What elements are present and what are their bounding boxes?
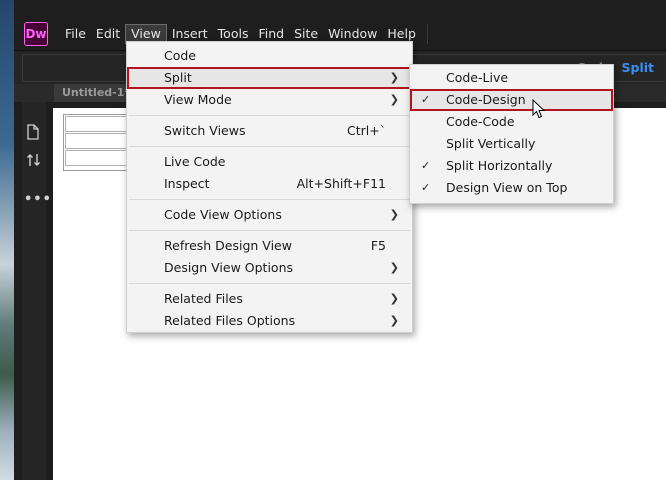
menu-item-label: Inspect xyxy=(164,176,210,191)
submenu-item-code-code[interactable]: Code-Code xyxy=(410,111,613,133)
submenu-item-split-vertically[interactable]: Split Vertically xyxy=(410,133,613,155)
menu-item-label: Refresh Design View xyxy=(164,238,292,253)
menu-item-switch-views[interactable]: Switch Views Ctrl+` xyxy=(127,120,412,142)
menu-separator xyxy=(129,115,410,116)
shortcut-label: F5 xyxy=(370,238,386,253)
split-view-button[interactable]: Split xyxy=(622,60,655,75)
menu-item-related-files-options[interactable]: Related Files Options ❯ xyxy=(127,310,412,332)
menu-item-label: Code-Code xyxy=(446,114,515,129)
submenu-item-design-view-on-top[interactable]: ✓ Design View on Top xyxy=(410,177,613,199)
chevron-right-icon: ❯ xyxy=(389,71,399,84)
dreamweaver-logo: Dw xyxy=(24,22,48,46)
checkmark-icon: ✓ xyxy=(421,159,431,172)
submenu-item-split-horizontally[interactable]: ✓ Split Horizontally xyxy=(410,155,613,177)
chevron-right-icon: ❯ xyxy=(389,208,399,221)
menu-item-inspect[interactable]: Inspect Alt+Shift+F11 xyxy=(127,173,412,195)
desktop-wallpaper xyxy=(0,0,14,480)
menu-separator xyxy=(129,146,410,147)
menu-separator xyxy=(129,283,410,284)
menu-item-label: Related Files Options xyxy=(164,313,296,328)
menu-item-label: Split Vertically xyxy=(446,136,536,151)
view-menu-dropdown: Code Split ❯ View Mode ❯ Switch Views Ctrl+… xyxy=(126,41,413,333)
checkmark-icon: ✓ xyxy=(421,181,431,194)
menu-item-label: Live Code xyxy=(164,154,226,169)
menu-item-label: Split xyxy=(164,70,192,85)
menu-item-label: Related Files xyxy=(164,291,243,306)
mouse-cursor-icon xyxy=(532,99,546,119)
menu-item-split[interactable]: Split ❯ xyxy=(127,67,412,89)
menu-item-view-mode[interactable]: View Mode ❯ xyxy=(127,89,412,111)
menu-item-label: Code-Design xyxy=(446,92,526,107)
menu-item-related-files[interactable]: Related Files ❯ xyxy=(127,288,412,310)
submenu-item-code-live[interactable]: Code-Live xyxy=(410,67,613,89)
left-toolbar: ••• xyxy=(22,102,51,480)
chevron-right-icon: ❯ xyxy=(389,314,399,327)
menu-item-code[interactable]: Code xyxy=(127,45,412,67)
sort-arrows-icon[interactable] xyxy=(26,152,42,173)
chevron-right-icon: ❯ xyxy=(389,292,399,305)
menu-item-label: Code xyxy=(164,48,197,63)
more-icon[interactable]: ••• xyxy=(24,192,52,208)
menu-edit[interactable]: Edit xyxy=(91,24,125,44)
menu-separator xyxy=(129,199,410,200)
menu-item-label: Design View Options xyxy=(164,260,293,275)
menu-item-label: Code-Live xyxy=(446,70,509,85)
submenu-item-code-design[interactable]: ✓ Code-Design xyxy=(410,89,613,111)
menu-item-label: Split Horizontally xyxy=(446,158,553,173)
menu-item-label: Code View Options xyxy=(164,207,282,222)
menu-item-live-code[interactable]: Live Code xyxy=(127,151,412,173)
menu-item-label: Design View on Top xyxy=(446,180,568,195)
menu-item-label: Switch Views xyxy=(164,123,246,138)
menu-item-code-view-options[interactable]: Code View Options ❯ xyxy=(127,204,412,226)
menu-item-refresh-design-view[interactable]: Refresh Design View F5 xyxy=(127,235,412,257)
checkmark-icon: ✓ xyxy=(421,93,431,106)
split-submenu: Code-Live ✓ Code-Design Code-Code Split V… xyxy=(409,64,614,204)
menu-divider xyxy=(426,24,428,44)
file-icon[interactable] xyxy=(26,124,40,145)
chevron-right-icon: ❯ xyxy=(389,261,399,274)
menu-item-label: View Mode xyxy=(164,92,232,107)
menu-file[interactable]: File xyxy=(60,24,91,44)
shortcut-label: Ctrl+` xyxy=(347,123,386,138)
menu-item-design-view-options[interactable]: Design View Options ❯ xyxy=(127,257,412,279)
shortcut-label: Alt+Shift+F11 xyxy=(296,176,386,191)
menu-separator xyxy=(129,230,410,231)
chevron-right-icon: ❯ xyxy=(389,93,399,106)
